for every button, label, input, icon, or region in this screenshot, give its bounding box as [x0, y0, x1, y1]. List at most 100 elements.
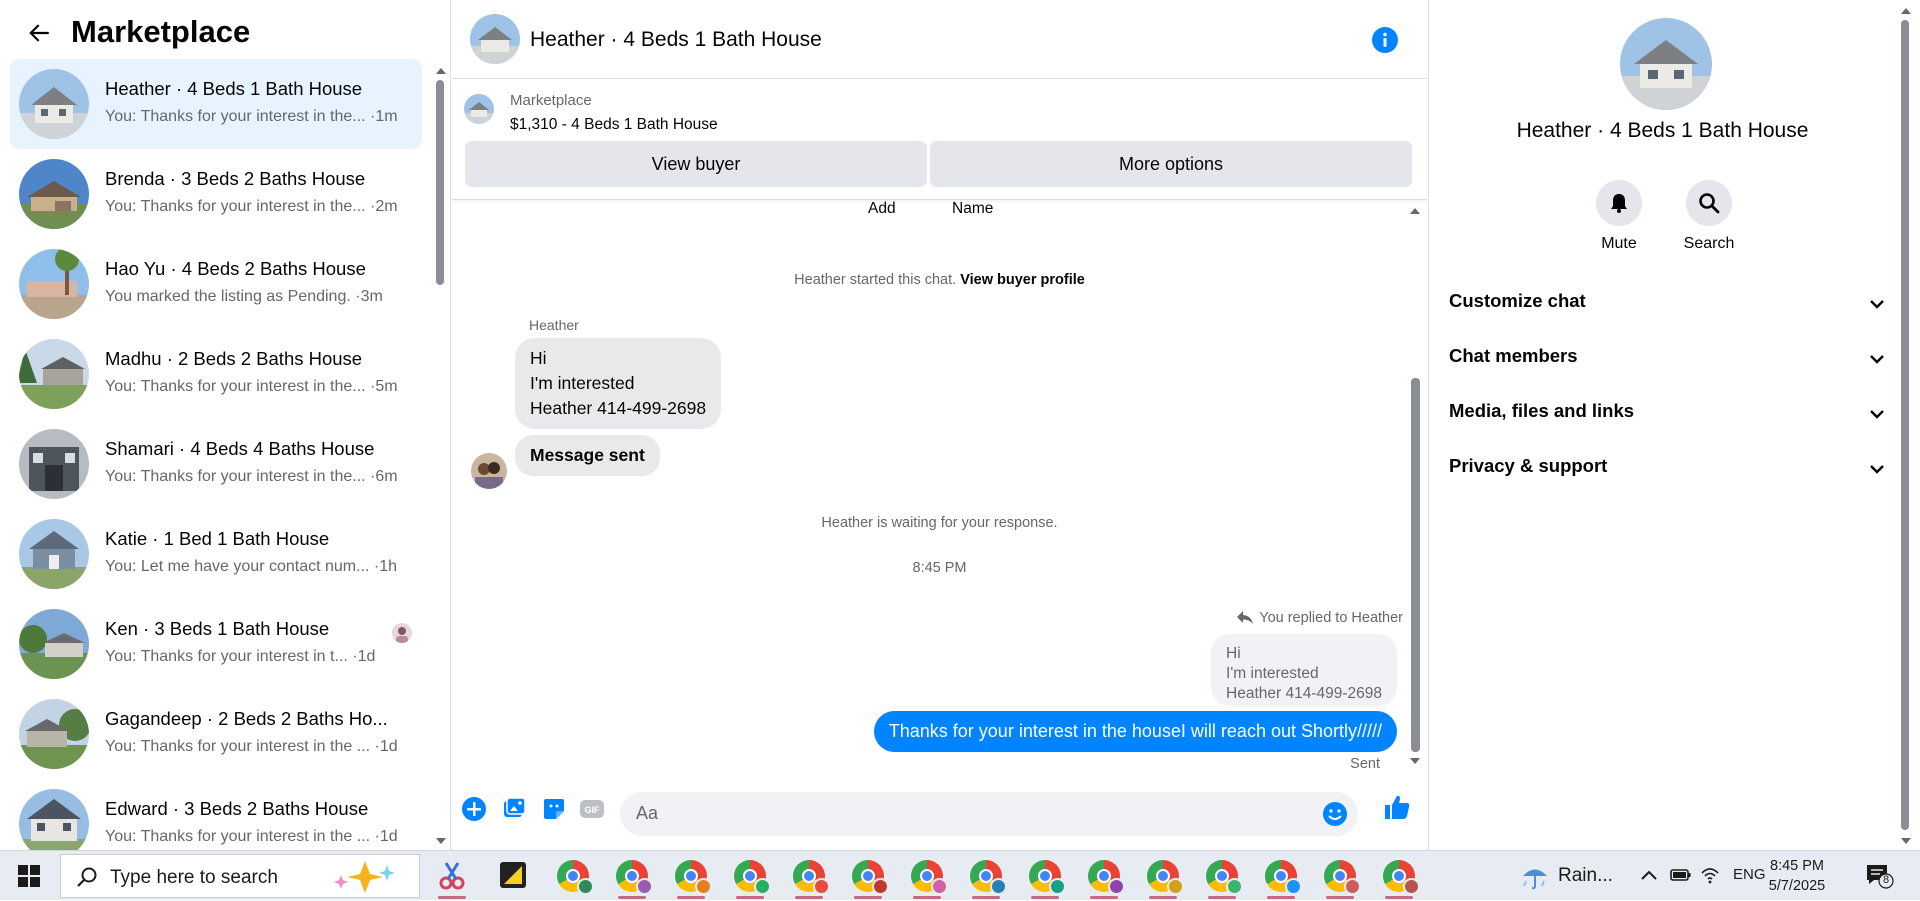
chevron-up-icon[interactable] [1640, 868, 1658, 882]
message-input[interactable]: Aa [620, 792, 1358, 836]
profile-avatar[interactable] [1620, 18, 1712, 110]
notification-count: 8 [1882, 874, 1890, 886]
scroll-up-icon[interactable] [436, 68, 446, 74]
media-files-links-section[interactable]: Media, files and links [1449, 400, 1885, 430]
conversation-item-hao-yu[interactable]: Hao Yu · 4 Beds 2 Baths House You marked… [10, 239, 422, 329]
taskbar-app-chrome-10[interactable] [1076, 851, 1132, 901]
conversation-item-heather[interactable]: Heather · 4 Beds 1 Bath House You: Thank… [10, 59, 422, 149]
taskbar-app-chrome-15[interactable] [1371, 851, 1427, 901]
gif-icon[interactable]: GIF [578, 795, 606, 823]
scroll-down-icon[interactable] [1901, 838, 1911, 844]
more-options-button[interactable]: More options [930, 141, 1412, 187]
sticker-icon[interactable] [540, 795, 568, 823]
page-scrollbar[interactable] [1898, 0, 1912, 850]
taskbar-app-chrome-2[interactable] [604, 851, 660, 901]
copilot-sparkle-icon[interactable] [329, 859, 401, 895]
conversation-item-katie[interactable]: Katie · 1 Bed 1 Bath House You: Let me h… [10, 509, 422, 599]
chrome-icon [1147, 860, 1184, 895]
thumbs-up-icon[interactable] [1382, 792, 1412, 822]
view-buyer-profile-link[interactable]: View buyer profile [960, 272, 1085, 288]
bell-icon [1611, 194, 1627, 213]
sidebar-scrollbar[interactable] [433, 60, 447, 850]
emoji-icon[interactable] [1322, 801, 1348, 827]
scrollbar-thumb[interactable] [1901, 20, 1909, 830]
incoming-message-bubble[interactable]: Hi I'm interested Heather 414-499-2698 [515, 338, 722, 429]
taskbar-app-chrome-7[interactable] [899, 851, 955, 901]
search-label: Search [1683, 235, 1735, 252]
clock-time: 8:45 PM [1770, 858, 1824, 874]
taskbar-app-chrome-12[interactable] [1194, 851, 1250, 901]
windows-taskbar: Type here to search Rain... ENG 8:45 PM … [0, 850, 1920, 900]
chat-title[interactable]: Heather · 4 Beds 1 Bath House [530, 28, 822, 52]
house-avatar [19, 429, 89, 499]
view-buyer-button[interactable]: View buyer [465, 141, 927, 187]
sender-avatar[interactable] [471, 453, 507, 489]
scroll-down-icon[interactable] [1410, 758, 1420, 764]
taskbar-app-chrome-3[interactable] [663, 851, 719, 901]
conversation-item-madhu[interactable]: Madhu · 2 Beds 2 Baths House You: Thanks… [10, 329, 422, 419]
search-button[interactable]: Search [1664, 180, 1754, 253]
scroll-up-icon[interactable] [1410, 208, 1420, 214]
wifi-icon[interactable] [1700, 865, 1720, 885]
message-composer: GIF Aa [452, 785, 1427, 836]
message-thread: Add Name Heather started this chat. View… [452, 200, 1427, 772]
back-arrow-icon[interactable] [26, 20, 52, 46]
chat-avatar[interactable] [470, 14, 520, 64]
listing-card: Marketplace $1,310 - 4 Beds 1 Bath House… [452, 80, 1427, 200]
section-label: Privacy & support [1449, 455, 1608, 476]
taskbar-app-sticky-notes[interactable] [486, 851, 542, 901]
quote-line: Hi [1226, 645, 1241, 662]
taskbar-app-chrome-11[interactable] [1135, 851, 1191, 901]
taskbar-app-chrome-14[interactable] [1312, 851, 1368, 901]
mute-circle[interactable] [1596, 180, 1642, 226]
conversation-item-brenda[interactable]: Brenda · 3 Beds 2 Baths House You: Thank… [10, 149, 422, 239]
listing-thumbnail[interactable] [464, 94, 494, 124]
conversation-item-gagandeep[interactable]: Gagandeep · 2 Beds 2 Baths Ho... You: Th… [10, 689, 422, 779]
taskbar-search-box[interactable]: Type here to search [60, 854, 420, 898]
reply-label: You replied to Heather [1259, 610, 1403, 626]
conversation-item-ken[interactable]: Ken · 3 Beds 1 Bath House You: Thanks fo… [10, 599, 422, 689]
message-sent-bubble[interactable]: Message sent [515, 435, 660, 476]
taskbar-app-chrome-8[interactable] [958, 851, 1014, 901]
taskbar-app-chrome-6[interactable] [840, 851, 896, 901]
taskbar-app-chrome-4[interactable] [722, 851, 778, 901]
conversation-item-shamari[interactable]: Shamari · 4 Beds 4 Baths House You: Than… [10, 419, 422, 509]
conversation-item-edward[interactable]: Edward · 3 Beds 2 Baths House You: Thank… [10, 779, 422, 850]
taskbar-clock[interactable]: 8:45 PM 5/7/2025 [1762, 856, 1832, 896]
house-avatar [19, 249, 89, 319]
customize-chat-section[interactable]: Customize chat [1449, 290, 1885, 320]
house-avatar [19, 609, 89, 679]
mute-button[interactable]: Mute [1574, 180, 1664, 253]
sticky-notes-icon [500, 862, 526, 888]
quoted-message[interactable]: Hi I'm interested Heather 414-499-2698 [1211, 634, 1397, 706]
listing-price[interactable]: $1,310 - 4 Beds 1 Bath House [510, 116, 718, 134]
weather-widget[interactable]: Rain... [1520, 861, 1613, 891]
info-icon[interactable] [1372, 27, 1398, 53]
taskbar-app-chrome-1[interactable] [545, 851, 601, 901]
notification-center-button[interactable]: 8 [1864, 863, 1894, 889]
taskbar-app-chrome-5[interactable] [781, 851, 837, 901]
chrome-icon [970, 860, 1007, 895]
search-circle[interactable] [1686, 180, 1732, 226]
message-line: Heather 414-499-2698 [530, 398, 707, 418]
section-label: Customize chat [1449, 290, 1586, 311]
language-indicator[interactable]: ENG [1733, 866, 1766, 883]
chrome-icon [1265, 860, 1302, 895]
conversation-name: Madhu · 2 Beds 2 Baths House [105, 348, 363, 369]
battery-icon[interactable] [1670, 866, 1692, 884]
taskbar-app-chrome-13[interactable] [1253, 851, 1309, 901]
taskbar-app-chrome-9[interactable] [1017, 851, 1073, 901]
scroll-up-icon[interactable] [1901, 8, 1911, 14]
taskbar-app-snipping[interactable] [424, 851, 480, 901]
photo-gallery-icon[interactable] [500, 795, 528, 823]
add-plus-icon[interactable] [460, 795, 488, 823]
chat-scrollbar[interactable] [1407, 200, 1423, 770]
outgoing-message-bubble[interactable]: Thanks for your interest in the houseI w… [873, 711, 1397, 752]
scrollbar-thumb[interactable] [1411, 378, 1420, 752]
windows-start-icon[interactable] [18, 865, 40, 887]
scrollbar-thumb[interactable] [436, 80, 444, 285]
chat-members-section[interactable]: Chat members [1449, 345, 1885, 375]
privacy-support-section[interactable]: Privacy & support [1449, 455, 1885, 485]
scroll-down-icon[interactable] [436, 838, 446, 844]
conversation-snippet: You: Thanks for your interest in the ...… [105, 738, 398, 755]
